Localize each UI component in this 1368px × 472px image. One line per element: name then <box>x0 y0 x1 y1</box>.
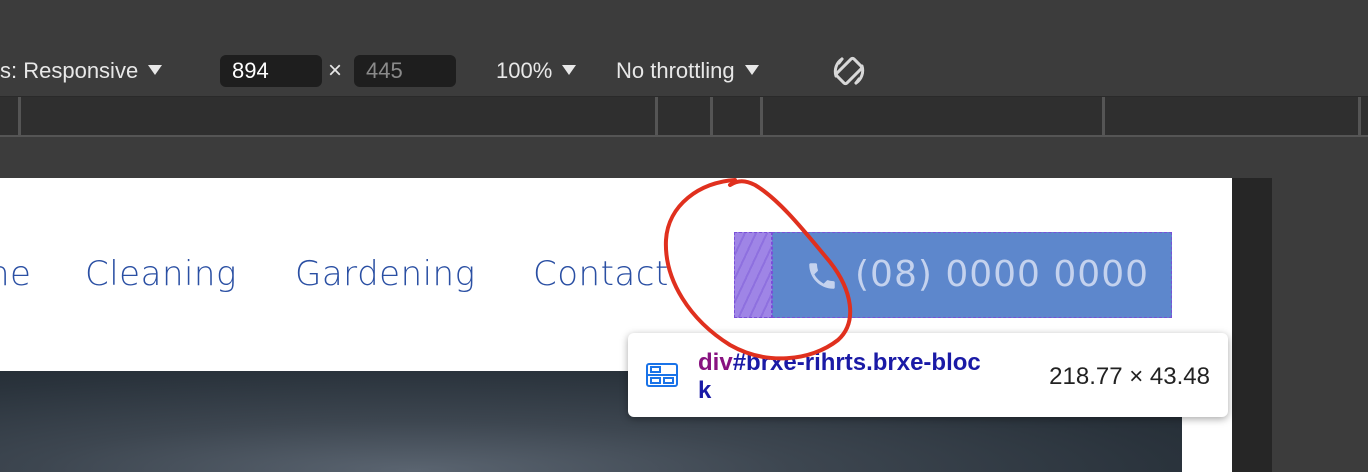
element-tag: div <box>698 349 733 376</box>
scrollbar-track[interactable] <box>1232 178 1272 472</box>
phone-icon <box>809 263 835 289</box>
ruler-marker[interactable] <box>1102 97 1105 135</box>
inspector-tooltip: div#brxe-rihrts.brxe-block 218.77 × 43.4… <box>628 333 1228 417</box>
devtools-background <box>1272 178 1368 472</box>
nav-link-home[interactable]: ne <box>0 254 31 294</box>
rotate-icon[interactable] <box>830 52 870 92</box>
chevron-down-icon <box>148 65 163 76</box>
media-query-ruler <box>0 97 1368 137</box>
device-selector-label: s: Responsive <box>0 58 139 83</box>
toolbar-spacer <box>0 137 1368 178</box>
phone-number: (08) 0000 0000 <box>855 254 1150 295</box>
ruler-marker[interactable] <box>1358 97 1361 135</box>
ruler-marker[interactable] <box>760 97 763 135</box>
chevron-down-icon <box>562 65 577 76</box>
width-input[interactable]: 894 <box>220 55 322 87</box>
device-selector[interactable]: s: Responsive <box>0 58 163 84</box>
nav-link-cleaning[interactable]: Cleaning <box>85 254 237 294</box>
element-selector: div#brxe-rihrts.brxe-block <box>698 349 988 405</box>
zoom-label: 100% <box>496 58 553 83</box>
chevron-down-icon <box>744 65 759 76</box>
throttling-label: No throttling <box>616 58 735 83</box>
flex-layout-icon <box>646 363 678 387</box>
device-toolbar: s: Responsive 894 × 445 100% No throttli… <box>0 44 1368 97</box>
dimension-separator: × <box>328 57 343 84</box>
height-input[interactable]: 445 <box>354 55 456 87</box>
devtools-top-bar <box>0 0 1368 45</box>
zoom-selector[interactable]: 100% <box>496 58 577 84</box>
element-id-class: #brxe-rihrts.brxe-block <box>698 349 981 404</box>
element-size: 218.77 × 43.48 <box>1049 363 1210 390</box>
throttling-selector[interactable]: No throttling <box>616 58 759 84</box>
nav-link-contact[interactable]: Contact <box>533 254 669 294</box>
phone-button[interactable]: (08) 0000 0000 <box>772 232 1172 318</box>
nav-link-gardening[interactable]: Gardening <box>295 254 476 294</box>
ruler-marker[interactable] <box>18 97 21 135</box>
page-viewport: ne Cleaning Gardening Contact (08) 0000 … <box>0 178 1232 472</box>
ruler-marker[interactable] <box>655 97 658 135</box>
padding-highlight <box>734 232 772 318</box>
ruler-marker[interactable] <box>710 97 713 135</box>
